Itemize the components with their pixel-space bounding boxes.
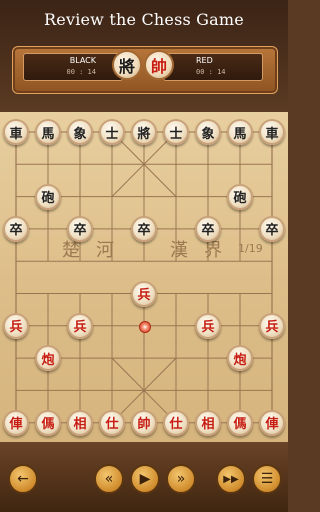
red-piece[interactable]: 炮 xyxy=(35,345,61,372)
red-piece[interactable]: 兵 xyxy=(195,312,221,339)
river-text-han: 漢 xyxy=(170,240,188,261)
players-panel: BLACK 00 : 14 將 帥 RED 00 : 14 xyxy=(12,46,278,94)
red-piece[interactable]: 相 xyxy=(67,409,93,436)
red-player-card: 帥 RED 00 : 14 xyxy=(144,50,263,81)
black-piece[interactable]: 士 xyxy=(163,119,189,145)
river-text-he: 河 xyxy=(96,240,114,261)
play-icon: ▶ xyxy=(139,471,151,487)
red-piece[interactable]: 俥 xyxy=(259,409,285,436)
black-piece[interactable]: 車 xyxy=(3,119,29,145)
red-piece[interactable]: 傌 xyxy=(35,409,61,436)
black-piece[interactable]: 卒 xyxy=(195,215,221,242)
previous-move-button[interactable]: « xyxy=(94,464,124,494)
menu-button[interactable]: ☰ xyxy=(252,464,282,494)
red-piece[interactable]: 兵 xyxy=(67,312,93,339)
red-player-timer: 00 : 14 xyxy=(196,68,226,76)
black-piece[interactable]: 卒 xyxy=(67,215,93,242)
fast-forward-button[interactable]: ▶▶ xyxy=(216,464,246,494)
chevron-double-right-icon: » xyxy=(176,471,186,487)
page-title: Review the Chess Game xyxy=(44,10,244,29)
menu-icon: ☰ xyxy=(260,471,274,487)
black-piece[interactable]: 卒 xyxy=(3,215,29,242)
black-piece[interactable]: 馬 xyxy=(35,119,61,145)
fast-forward-icon: ▶▶ xyxy=(223,473,239,485)
black-piece[interactable]: 象 xyxy=(67,119,93,145)
black-piece[interactable]: 砲 xyxy=(227,183,253,210)
red-piece[interactable]: 炮 xyxy=(227,345,253,372)
arrow-left-icon: ← xyxy=(17,471,29,487)
last-move-marker xyxy=(139,320,151,333)
black-piece[interactable]: 象 xyxy=(195,119,221,145)
black-piece[interactable]: 砲 xyxy=(35,183,61,210)
black-piece[interactable]: 卒 xyxy=(131,215,157,242)
black-piece[interactable]: 車 xyxy=(259,119,285,145)
chevron-double-left-icon: « xyxy=(104,471,114,487)
red-piece[interactable]: 俥 xyxy=(3,409,29,436)
red-piece[interactable]: 帥 xyxy=(131,409,157,436)
black-player-timer: 00 : 14 xyxy=(66,68,96,76)
xiangqi-board[interactable]: 楚 河 漢 界 1/19 車馬象士將士象馬車砲砲卒卒卒卒卒兵兵兵兵兵炮炮俥傌相仕… xyxy=(0,112,288,442)
red-player-name: RED xyxy=(196,56,213,65)
back-button[interactable]: ← xyxy=(8,464,38,494)
next-move-button[interactable]: » xyxy=(166,464,196,494)
black-piece[interactable]: 將 xyxy=(131,119,157,145)
red-piece[interactable]: 仕 xyxy=(99,409,125,436)
red-piece[interactable]: 仕 xyxy=(163,409,189,436)
black-player-name: BLACK xyxy=(69,56,96,65)
black-player-card: BLACK 00 : 14 將 xyxy=(23,50,142,81)
play-button[interactable]: ▶ xyxy=(130,464,160,494)
black-piece[interactable]: 馬 xyxy=(227,119,253,145)
red-piece[interactable]: 兵 xyxy=(3,312,29,339)
board-grid xyxy=(15,131,273,424)
black-piece[interactable]: 卒 xyxy=(259,215,285,242)
red-piece[interactable]: 相 xyxy=(195,409,221,436)
black-piece[interactable]: 士 xyxy=(99,119,125,145)
move-counter: 1/19 xyxy=(238,242,263,255)
red-piece[interactable]: 傌 xyxy=(227,409,253,436)
red-general-avatar: 帥 xyxy=(144,50,174,80)
playback-controls: ← « ▶ » ▶▶ ☰ xyxy=(0,442,288,512)
red-piece[interactable]: 兵 xyxy=(259,312,285,339)
red-piece[interactable]: 兵 xyxy=(131,280,157,307)
black-general-avatar: 將 xyxy=(112,50,142,80)
